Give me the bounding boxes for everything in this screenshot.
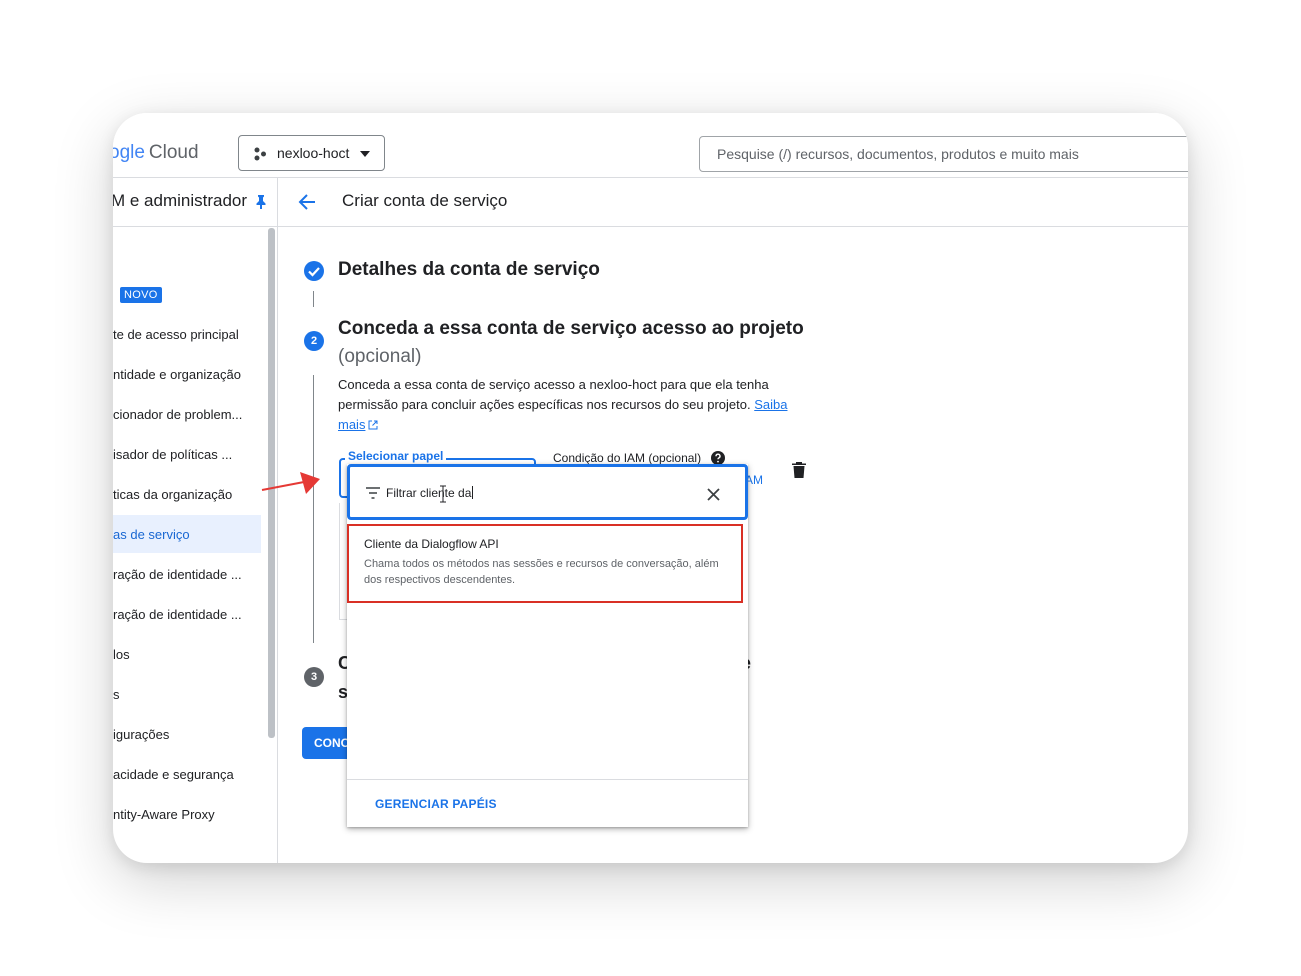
continue-label: CONC [314,736,350,750]
help-circle-icon[interactable] [711,451,725,465]
filter-icon [366,487,380,499]
page-title: Criar conta de serviço [342,191,508,210]
step2-title: Conceda a essa conta de serviço acesso a… [338,315,808,371]
step-connector [313,291,314,307]
step2-title-text: Conceda a essa conta de serviço acesso a… [338,318,804,339]
sidebar-title: M e administrador [113,191,248,210]
trash-icon[interactable] [792,462,806,478]
step2-description-text: Conceda a essa conta de serviço acesso a… [338,377,769,412]
sidebar-item[interactable]: s [113,687,120,702]
project-name: nexloo-hoct [277,145,350,161]
sidebar-item[interactable]: ração de identidade ... [113,607,242,622]
option-description: Chama todos os métodos nas sessões e rec… [364,558,719,586]
sidebar-item-service-accounts[interactable]: as de serviço [113,527,190,542]
search-input[interactable]: Pesquise (/) recursos, documentos, produ… [699,136,1188,172]
external-link-icon [368,420,378,430]
step2-description: Conceda a essa conta de serviço acesso a… [338,375,798,435]
logo-text: ogle [113,142,145,163]
project-icon [254,147,266,161]
sidebar-item[interactable]: te de acesso principal [113,327,239,342]
text-cursor-icon [440,485,446,503]
sidebar-item[interactable]: isador de políticas ... [113,447,232,462]
google-cloud-logo[interactable]: ogle Cloud [113,142,199,164]
option-title: Cliente da Dialogflow API [364,537,499,551]
check-circle-icon [304,261,324,281]
top-bar: ogle Cloud nexloo-hoct Pesquise (/) recur… [113,113,1188,178]
sidebar-item[interactable]: los [113,647,130,662]
logo-cloud-text: Cloud [148,142,199,163]
sidebar-item[interactable]: igurações [113,727,169,742]
step-connector [313,375,314,643]
sidebar-item[interactable]: cionador de problem... [113,407,242,422]
sidebar-item[interactable]: ração de identidade ... [113,567,242,582]
sidebar-item[interactable]: ntity-Aware Proxy [113,807,215,822]
iam-condition-label: Condição do IAM (opcional) [553,451,702,465]
step1-title[interactable]: Detalhes da conta de serviço [338,259,600,281]
step2-optional: (opcional) [338,346,422,367]
manage-roles-button[interactable]: GERENCIAR PAPÉIS [375,797,497,811]
header-divider [113,226,1188,227]
search-placeholder: Pesquise (/) recursos, documentos, produ… [717,146,1079,162]
filter-input[interactable]: Filtrar cliente da [347,464,748,520]
project-selector[interactable]: nexloo-hoct [238,135,385,171]
sidebar-item[interactable]: is [113,847,122,862]
pin-icon[interactable] [255,195,267,209]
role-option-dialogflow-client[interactable]: Cliente da Dialogflow API Chama todos os… [347,524,743,603]
sidebar-divider [277,177,278,863]
new-badge: NOVO [120,287,162,303]
filter-text: Filtrar cliente da [386,486,474,500]
step2-number: 2 [304,331,324,351]
annotation-arrow-icon [261,472,320,494]
close-icon[interactable] [707,488,720,501]
chevron-down-icon [360,151,370,157]
filter-value: Filtrar cliente da [386,486,472,500]
dropdown-divider [347,779,748,780]
sidebar-item[interactable]: acidade e segurança [113,767,234,782]
role-field-label: Selecionar papel [345,449,447,463]
text-caret [472,486,474,499]
sidebar-item[interactable]: ntidade e organização [113,367,241,382]
role-dropdown: Filtrar cliente da Cliente da Dialogflow… [347,464,748,827]
step3-number: 3 [304,667,324,687]
sidebar-item[interactable]: ticas da organização [113,487,232,502]
arrow-left-icon[interactable] [296,191,318,213]
